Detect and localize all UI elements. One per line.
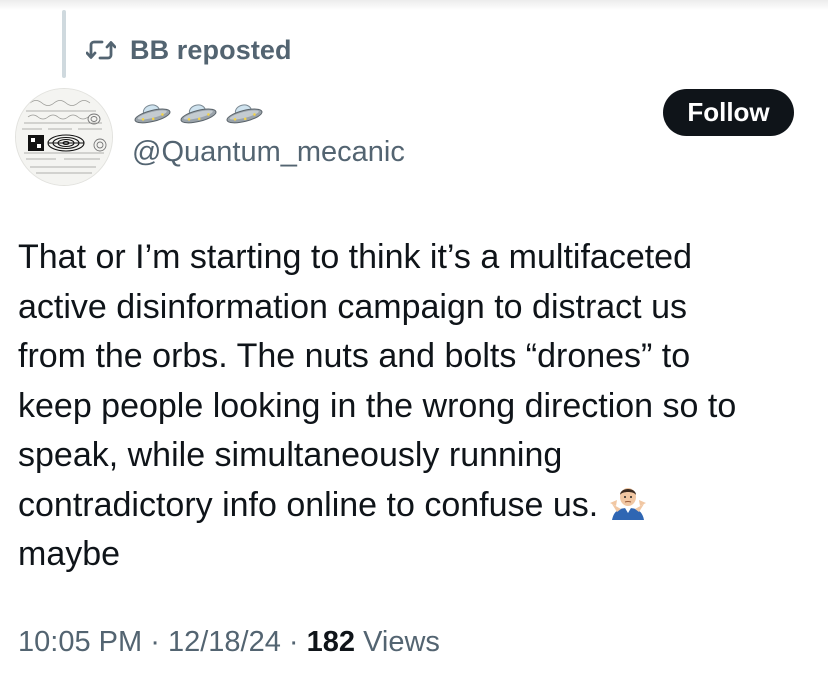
- tweet-date[interactable]: 12/18/24: [168, 626, 281, 658]
- tweet-line: That or I’m starting to think it’s a mul…: [18, 238, 692, 276]
- tweet-line: maybe: [18, 535, 121, 573]
- tweet-line: keep people looking in the wrong directi…: [18, 386, 737, 425]
- tweet-line-with-emoji: contradictory info online to confuse us.: [18, 481, 818, 531]
- flying-saucer-icon: [180, 104, 217, 124]
- follow-button[interactable]: Follow: [663, 89, 794, 136]
- flying-saucer-icon: [134, 104, 171, 124]
- avatar[interactable]: [15, 88, 113, 186]
- display-name[interactable]: [132, 97, 264, 131]
- tweet-text: That or I’m starting to think it’s a mul…: [18, 233, 818, 580]
- tweet-line: active disinformation campaign to distra…: [18, 287, 687, 326]
- flying-saucer-icon: [226, 104, 263, 124]
- thread-connector-line: [62, 10, 66, 78]
- repost-icon: [86, 38, 116, 62]
- tweet-metadata: 10:05 PM · 12/18/24 · 182 Views: [18, 626, 440, 659]
- person-shrugging-icon: [610, 487, 647, 520]
- views-count[interactable]: 182: [307, 626, 355, 658]
- views-label: Views: [363, 626, 440, 658]
- meta-separator: ·: [288, 626, 299, 658]
- tweet-line: contradictory info online to confuse us.: [18, 485, 599, 524]
- tweet-line: speak, while simultaneously running: [18, 436, 563, 474]
- repost-label: BB reposted: [130, 34, 292, 65]
- author-handle[interactable]: @Quantum_mecanic: [132, 136, 405, 169]
- top-edge-shadow: [0, 0, 828, 10]
- tweet-time[interactable]: 10:05 PM: [18, 626, 142, 658]
- meta-separator: ·: [150, 626, 160, 658]
- repost-indicator[interactable]: BB reposted: [86, 30, 292, 70]
- tweet-line: from the orbs. The nuts and bolts “drone…: [18, 337, 691, 375]
